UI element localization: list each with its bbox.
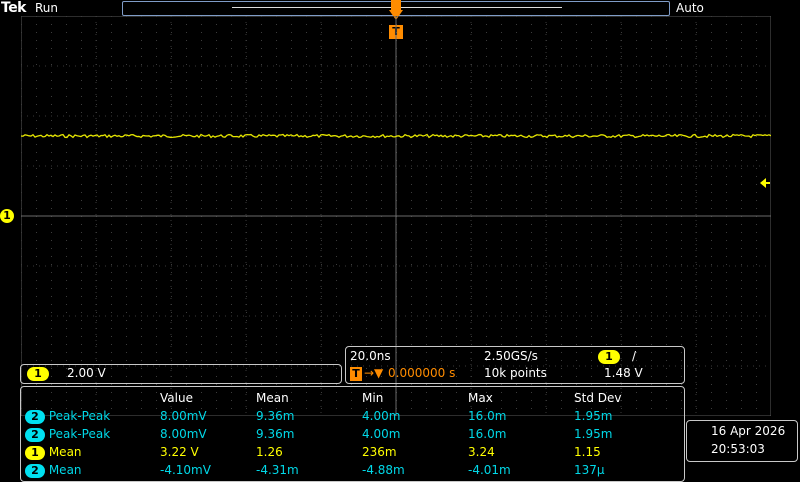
measurement-row[interactable]: 2 Mean -4.10mV -4.31m -4.88m -4.01m 137μ <box>25 461 674 479</box>
measurement-value: 3.22 V <box>160 445 199 459</box>
timebase-box[interactable]: 20.0ns 2.50GS/s 1 / T →▼ 0.000000 s 10k … <box>345 346 685 384</box>
record-length: 10k points <box>484 366 547 380</box>
measurement-value: -4.10mV <box>160 463 211 477</box>
measurement-std-dev: 1.95m <box>574 427 613 441</box>
measurement-name: Mean <box>48 444 82 459</box>
channel-1-badge: 1 <box>25 445 45 460</box>
header-max: Max <box>468 391 493 405</box>
date-time-box: 16 Apr 2026 20:53:03 <box>686 420 798 462</box>
trigger-position-icon: T <box>350 367 362 381</box>
header-mean: Mean <box>256 391 289 405</box>
measurement-row[interactable]: 2 Peak-Peak 8.00mV 9.36m 4.00m 16.0m 1.9… <box>25 425 674 443</box>
measurement-std-dev: 1.95m <box>574 409 613 423</box>
date: 16 Apr 2026 <box>711 424 786 438</box>
measurement-max: 3.24 <box>468 445 495 459</box>
measurement-row[interactable]: 1 Mean 3.22 V 1.26 236m 3.24 1.15 <box>25 443 674 461</box>
brand-logo: Tek <box>1 0 27 16</box>
trigger-level: 1.48 V <box>604 366 643 380</box>
measurement-name: Peak-Peak <box>48 408 111 423</box>
measurement-mean: 1.26 <box>256 445 283 459</box>
header-min: Min <box>362 391 384 405</box>
time-per-div: 20.0ns <box>350 349 391 363</box>
trigger-mode[interactable]: Auto <box>676 1 704 15</box>
channel-1-volts-div: 2.00 V <box>67 366 106 380</box>
measurement-mean: 9.36m <box>256 427 295 441</box>
measurement-min: 236m <box>362 445 397 459</box>
measurement-std-dev: 1.15 <box>574 445 601 459</box>
measurement-max: 16.0m <box>468 409 507 423</box>
measurements-header-row: Value Mean Min Max Std Dev <box>25 389 674 407</box>
sample-rate: 2.50GS/s <box>484 349 538 363</box>
measurement-min: 4.00m <box>362 409 401 423</box>
channel-2-badge: 2 <box>25 463 45 478</box>
measurement-mean: 9.36m <box>256 409 295 423</box>
header-value: Value <box>160 391 193 405</box>
channel-2-badge: 2 <box>25 427 45 442</box>
channel-1-scale-box[interactable]: 1 2.00 V <box>20 364 342 384</box>
time: 20:53:03 <box>711 442 765 456</box>
measurements-table: Value Mean Min Max Std Dev 2 Peak-Peak 8… <box>25 389 674 479</box>
channel-1-ground-marker[interactable]: 1 <box>0 209 14 223</box>
trigger-position-value: 0.000000 s <box>388 366 456 380</box>
trigger-level-arrow-icon[interactable] <box>760 174 770 193</box>
measurement-min: -4.88m <box>362 463 405 477</box>
measurement-row[interactable]: 2 Peak-Peak 8.00mV 9.36m 4.00m 16.0m 1.9… <box>25 407 674 425</box>
acquisition-status[interactable]: Run <box>35 1 58 15</box>
measurement-name: Peak-Peak <box>48 426 111 441</box>
measurement-min: 4.00m <box>362 427 401 441</box>
trigger-source-badge: 1 <box>598 350 620 364</box>
measurement-std-dev: 137μ <box>574 463 605 477</box>
measurement-mean: -4.31m <box>256 463 299 477</box>
measurement-max: 16.0m <box>468 427 507 441</box>
channel-2-badge: 2 <box>25 409 45 424</box>
measurement-max: -4.01m <box>468 463 511 477</box>
channel-1-badge: 1 <box>27 367 49 381</box>
trigger-position-arrow-icon: →▼ <box>364 366 384 380</box>
measurement-name: Mean <box>48 462 82 477</box>
header-std-dev: Std Dev <box>574 391 622 405</box>
measurements-panel[interactable]: Value Mean Min Max Std Dev 2 Peak-Peak 8… <box>20 386 685 482</box>
trigger-slope-icon: / <box>632 349 637 363</box>
measurement-value: 8.00mV <box>160 427 207 441</box>
measurement-value: 8.00mV <box>160 409 207 423</box>
